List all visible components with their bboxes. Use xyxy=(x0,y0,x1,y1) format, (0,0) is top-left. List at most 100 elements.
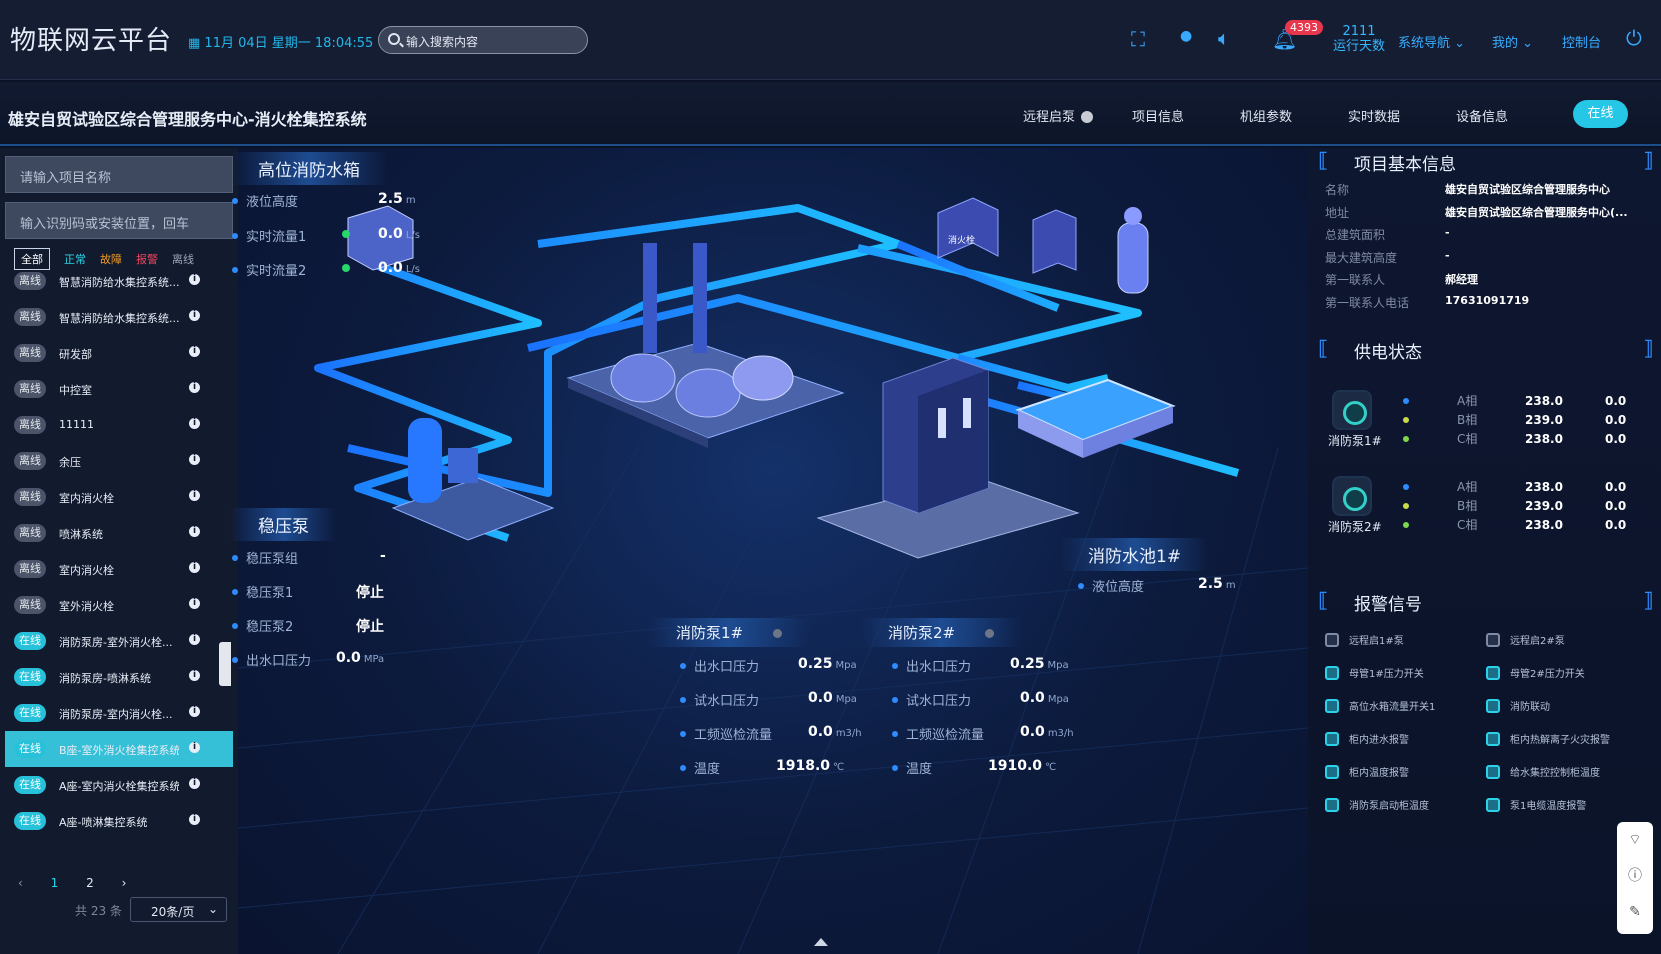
power-icon[interactable]: ⏻ xyxy=(1626,26,1642,50)
info-icon[interactable]: i xyxy=(189,742,200,753)
phase-name: A相 xyxy=(1457,480,1478,494)
info-icon[interactable]: i xyxy=(189,814,200,825)
floor-grid xyxy=(238,447,1308,954)
page-2[interactable]: 2 xyxy=(86,876,94,890)
phase-voltage: 238.0 xyxy=(1525,480,1563,494)
info-key: 最大建筑高度 xyxy=(1325,250,1398,265)
info-icon[interactable]: i xyxy=(189,634,200,645)
info-icon[interactable]: i xyxy=(189,562,200,573)
info-icon[interactable]: i xyxy=(189,526,200,537)
system-titlebar: 雄安自贸试验区综合管理服务中心-消火栓集控系统 远程启泵 项目信息 机组参数 实… xyxy=(0,82,1661,146)
project-list-item[interactable]: 在线 消防泵房-喷淋系统 i xyxy=(5,659,233,695)
next-page-icon[interactable]: › xyxy=(122,876,127,890)
alarm-label: 母管2#压力开关 xyxy=(1510,669,1585,680)
regulator-p2-text: 稳压泵2 xyxy=(246,620,294,635)
phase-current: 0.0 xyxy=(1605,480,1627,494)
pump1-row-value: 0.25 Mpa xyxy=(798,656,857,672)
phase-row: C相 238.0 0.0 xyxy=(1403,516,1626,533)
project-list-item[interactable]: 离线 喷淋系统 i xyxy=(5,515,233,551)
project-list-item[interactable]: 在线 A座-室内消火栓集控系统 i xyxy=(5,767,233,803)
code-location-input[interactable]: 输入识别码或安装位置，回车 xyxy=(5,202,233,239)
page-1[interactable]: 1 xyxy=(51,876,59,890)
phase-row: A相 238.0 0.0 xyxy=(1403,478,1626,495)
project-name: 消防泵房-室外消火栓... xyxy=(59,636,173,649)
alarm-indicator-icon xyxy=(1486,633,1500,647)
regulator-p2-value: 停止 xyxy=(356,619,384,635)
pump2-row-label-text: 工频巡检流量 xyxy=(906,728,985,743)
info-value: 雄安自贸试验区综合管理服务中心(... xyxy=(1445,205,1628,219)
remote-start-toggle[interactable]: 远程启泵 xyxy=(1023,106,1094,125)
status-badge: 离线 xyxy=(14,560,46,578)
global-search-input[interactable]: 输入搜索内容 xyxy=(378,26,588,54)
expand-up-icon[interactable] xyxy=(814,938,828,946)
project-list-item[interactable]: 离线 智慧消防给水集控系统... i xyxy=(5,299,233,335)
info-icon[interactable]: i xyxy=(189,382,200,393)
alarm-label: 柜内温度报警 xyxy=(1349,768,1409,779)
tab-unit-params[interactable]: 机组参数 xyxy=(1240,106,1292,125)
wifi-icon[interactable]: ⌔ xyxy=(1617,822,1653,858)
info-icon[interactable]: i xyxy=(189,274,200,285)
project-list-item[interactable]: 离线 中控室 i xyxy=(5,371,233,407)
info-icon[interactable]: i xyxy=(189,670,200,681)
pump2-row-label-text: 出水口压力 xyxy=(906,660,972,675)
info-icon[interactable]: i xyxy=(189,598,200,609)
tab-project-info[interactable]: 项目信息 xyxy=(1132,106,1184,125)
console-link[interactable]: 控制台 xyxy=(1562,32,1601,51)
project-list-item[interactable]: 离线 智慧消防给水集控系统... i xyxy=(5,263,233,299)
project-name: 11111 xyxy=(59,418,94,431)
datetime-text: 11月 04日 星期一 18:04:55 xyxy=(204,36,374,51)
info-icon[interactable]: i xyxy=(189,490,200,501)
project-name: 室内消火栓 xyxy=(59,492,114,505)
project-list-item[interactable]: 在线 消防泵房-室外消火栓... i xyxy=(5,623,233,659)
status-badge: 离线 xyxy=(14,416,46,434)
info-icon[interactable]: i xyxy=(189,310,200,321)
fullscreen-icon[interactable]: ⛶ xyxy=(1131,27,1145,51)
sidebar-collapse-handle[interactable] xyxy=(219,642,231,686)
phase-current: 0.0 xyxy=(1605,413,1627,427)
info-icon[interactable]: i xyxy=(189,706,200,717)
info-icon[interactable]: i xyxy=(189,418,200,429)
prev-page-icon[interactable]: ‹ xyxy=(18,876,23,890)
project-name-input[interactable]: 请输入项目名称 xyxy=(5,156,233,193)
project-list-item[interactable]: 离线 研发部 i xyxy=(5,335,233,371)
project-list-item[interactable]: 离线 余压 i xyxy=(5,443,233,479)
bullet-icon xyxy=(232,233,238,239)
alarm-label: 高位水箱流量开关1 xyxy=(1349,702,1436,713)
pool-level-unit: m xyxy=(1225,580,1236,591)
help-icon[interactable]: ⓘ xyxy=(1617,858,1653,894)
info-icon[interactable]: i xyxy=(189,778,200,789)
info-icon[interactable]: i xyxy=(189,454,200,465)
page-size-select[interactable]: 20条/页 ⌄ xyxy=(130,897,227,922)
project-list-item[interactable]: 离线 室外消火栓 i xyxy=(5,587,233,623)
project-name: 研发部 xyxy=(59,348,92,361)
alarm-signal-item: 远程启2#泵 xyxy=(1486,632,1565,647)
info-icon[interactable]: i xyxy=(189,346,200,357)
project-list-item[interactable]: 在线 消防泵房-室内消火栓... i xyxy=(5,695,233,731)
status-badge: 离线 xyxy=(14,488,46,506)
pump2-row-number: 0.0 xyxy=(1020,690,1045,706)
info-key: 地址 xyxy=(1325,205,1350,220)
bracket-right-icon: ⟧ xyxy=(1643,336,1653,360)
phase-name: C相 xyxy=(1457,432,1478,446)
mine-dropdown[interactable]: 我的 ⌄ xyxy=(1492,32,1533,51)
phase-row: B相 239.0 0.0 xyxy=(1403,411,1626,428)
project-list-item[interactable]: 在线 B座-室外消火栓集控系统 i xyxy=(5,731,233,767)
project-list-item[interactable]: 离线 室内消火栓 i xyxy=(5,479,233,515)
edit-icon[interactable]: ✎ xyxy=(1617,894,1653,930)
phase-row: A相 238.0 0.0 xyxy=(1403,392,1626,409)
alarm-label: 远程启1#泵 xyxy=(1349,636,1404,647)
project-list: 离线 智慧消防给水集控系统... i 离线 智慧消防给水集控系统... i 离线 研发部 i 离线… xyxy=(5,263,233,839)
online-status-button[interactable]: 在线 xyxy=(1573,100,1628,128)
project-list-item[interactable]: 在线 A座-喷淋集控系统 i xyxy=(5,803,233,839)
tab-device-info[interactable]: 设备信息 xyxy=(1456,106,1508,125)
project-list-item[interactable]: 离线 室内消火栓 i xyxy=(5,551,233,587)
system-nav-dropdown[interactable]: 系统导航 ⌄ xyxy=(1398,32,1465,51)
project-list-item[interactable]: 离线 11111 i xyxy=(5,407,233,443)
status-badge: 离线 xyxy=(14,344,46,362)
regulator-p2-label: 稳压泵2 xyxy=(232,616,293,635)
tab-realtime-data[interactable]: 实时数据 xyxy=(1348,106,1400,125)
alarm-indicator-icon xyxy=(1325,699,1339,713)
info-value: 郝经理 xyxy=(1445,273,1478,286)
volume-icon[interactable]: 🔈︎ xyxy=(1218,26,1230,50)
alarm-label: 远程启2#泵 xyxy=(1510,636,1565,647)
